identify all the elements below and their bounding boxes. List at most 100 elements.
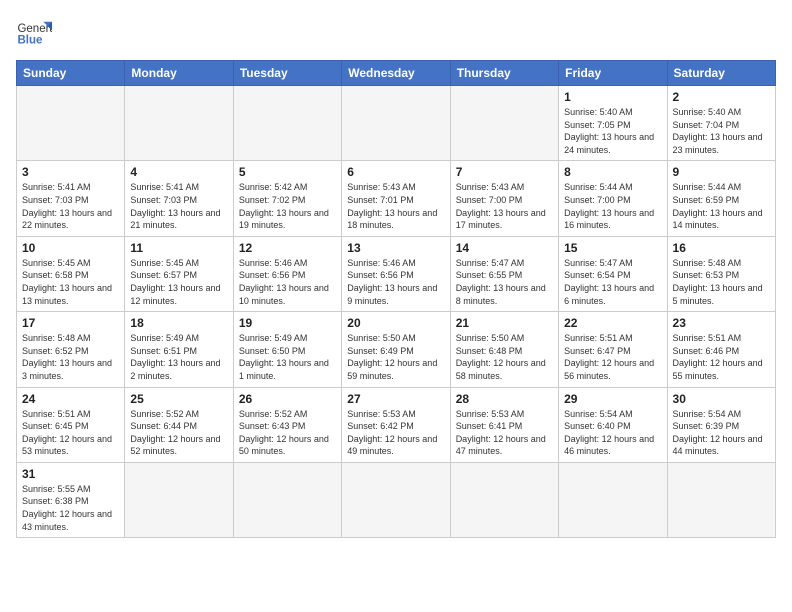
- header: General Blue: [16, 16, 776, 52]
- day-info: Sunrise: 5:45 AM Sunset: 6:58 PM Dayligh…: [22, 257, 119, 307]
- day-info: Sunrise: 5:53 AM Sunset: 6:42 PM Dayligh…: [347, 408, 444, 458]
- day-header-saturday: Saturday: [667, 61, 775, 86]
- day-number: 12: [239, 241, 336, 255]
- day-number: 17: [22, 316, 119, 330]
- calendar-cell: [125, 462, 233, 537]
- day-number: 5: [239, 165, 336, 179]
- day-info: Sunrise: 5:48 AM Sunset: 6:52 PM Dayligh…: [22, 332, 119, 382]
- day-info: Sunrise: 5:52 AM Sunset: 6:44 PM Dayligh…: [130, 408, 227, 458]
- day-number: 21: [456, 316, 553, 330]
- week-row-6: 31 Sunrise: 5:55 AM Sunset: 6:38 PM Dayli…: [17, 462, 776, 537]
- day-number: 30: [673, 392, 770, 406]
- calendar-cell: [233, 462, 341, 537]
- calendar-cell: [667, 462, 775, 537]
- day-info: Sunrise: 5:51 AM Sunset: 6:47 PM Dayligh…: [564, 332, 661, 382]
- day-number: 6: [347, 165, 444, 179]
- day-number: 11: [130, 241, 227, 255]
- day-number: 13: [347, 241, 444, 255]
- calendar-cell: [450, 462, 558, 537]
- day-number: 15: [564, 241, 661, 255]
- calendar-cell: 7Sunrise: 5:43 AM Sunset: 7:00 PM Daylig…: [450, 161, 558, 236]
- week-row-3: 10 Sunrise: 5:45 AM Sunset: 6:58 PM Dayli…: [17, 236, 776, 311]
- calendar-cell: 4 Sunrise: 5:41 AM Sunset: 7:03 PM Daylig…: [125, 161, 233, 236]
- day-info: Sunrise: 5:54 AM Sunset: 6:40 PM Dayligh…: [564, 408, 661, 458]
- day-number: 31: [22, 467, 119, 481]
- calendar-cell: 5 Sunrise: 5:42 AM Sunset: 7:02 PM Daylig…: [233, 161, 341, 236]
- day-info: Sunrise: 5:43 AM Sunset: 7:00 PM Dayligh…: [456, 181, 553, 231]
- calendar-cell: 10 Sunrise: 5:45 AM Sunset: 6:58 PM Dayli…: [17, 236, 125, 311]
- day-info: Sunrise: 5:47 AM Sunset: 6:54 PM Dayligh…: [564, 257, 661, 307]
- day-info: Sunrise: 5:44 AM Sunset: 6:59 PM Dayligh…: [673, 181, 770, 231]
- day-number: 22: [564, 316, 661, 330]
- day-number: 18: [130, 316, 227, 330]
- day-header-monday: Monday: [125, 61, 233, 86]
- day-header-thursday: Thursday: [450, 61, 558, 86]
- week-row-2: 3Sunrise: 5:41 AM Sunset: 7:03 PM Daylig…: [17, 161, 776, 236]
- day-info: Sunrise: 5:42 AM Sunset: 7:02 PM Dayligh…: [239, 181, 336, 231]
- calendar-cell: [559, 462, 667, 537]
- day-info: Sunrise: 5:50 AM Sunset: 6:49 PM Dayligh…: [347, 332, 444, 382]
- calendar-cell: 2Sunrise: 5:40 AM Sunset: 7:04 PM Daylig…: [667, 86, 775, 161]
- day-info: Sunrise: 5:41 AM Sunset: 7:03 PM Dayligh…: [130, 181, 227, 231]
- day-number: 23: [673, 316, 770, 330]
- calendar-cell: [342, 462, 450, 537]
- day-info: Sunrise: 5:55 AM Sunset: 6:38 PM Dayligh…: [22, 483, 119, 533]
- svg-text:Blue: Blue: [17, 34, 43, 46]
- logo-icon: General Blue: [16, 16, 52, 52]
- calendar-header-row: SundayMondayTuesdayWednesdayThursdayFrid…: [17, 61, 776, 86]
- day-info: Sunrise: 5:52 AM Sunset: 6:43 PM Dayligh…: [239, 408, 336, 458]
- day-info: Sunrise: 5:44 AM Sunset: 7:00 PM Dayligh…: [564, 181, 661, 231]
- calendar-cell: 8 Sunrise: 5:44 AM Sunset: 7:00 PM Daylig…: [559, 161, 667, 236]
- week-row-5: 24 Sunrise: 5:51 AM Sunset: 6:45 PM Dayli…: [17, 387, 776, 462]
- day-number: 10: [22, 241, 119, 255]
- calendar-cell: 27 Sunrise: 5:53 AM Sunset: 6:42 PM Dayli…: [342, 387, 450, 462]
- day-number: 14: [456, 241, 553, 255]
- calendar-cell: [125, 86, 233, 161]
- calendar-cell: 22 Sunrise: 5:51 AM Sunset: 6:47 PM Dayli…: [559, 312, 667, 387]
- calendar-cell: 9Sunrise: 5:44 AM Sunset: 6:59 PM Daylig…: [667, 161, 775, 236]
- calendar-cell: 29 Sunrise: 5:54 AM Sunset: 6:40 PM Dayli…: [559, 387, 667, 462]
- calendar-cell: 14Sunrise: 5:47 AM Sunset: 6:55 PM Dayli…: [450, 236, 558, 311]
- day-header-sunday: Sunday: [17, 61, 125, 86]
- day-number: 16: [673, 241, 770, 255]
- day-number: 27: [347, 392, 444, 406]
- day-number: 24: [22, 392, 119, 406]
- day-number: 25: [130, 392, 227, 406]
- calendar-cell: 18 Sunrise: 5:49 AM Sunset: 6:51 PM Dayli…: [125, 312, 233, 387]
- day-info: Sunrise: 5:49 AM Sunset: 6:51 PM Dayligh…: [130, 332, 227, 382]
- calendar-cell: 20Sunrise: 5:50 AM Sunset: 6:49 PM Dayli…: [342, 312, 450, 387]
- calendar-cell: 28Sunrise: 5:53 AM Sunset: 6:41 PM Dayli…: [450, 387, 558, 462]
- day-info: Sunrise: 5:50 AM Sunset: 6:48 PM Dayligh…: [456, 332, 553, 382]
- calendar-cell: 1Sunrise: 5:40 AM Sunset: 7:05 PM Daylig…: [559, 86, 667, 161]
- calendar-cell: [342, 86, 450, 161]
- day-info: Sunrise: 5:46 AM Sunset: 6:56 PM Dayligh…: [239, 257, 336, 307]
- day-number: 29: [564, 392, 661, 406]
- week-row-1: 1Sunrise: 5:40 AM Sunset: 7:05 PM Daylig…: [17, 86, 776, 161]
- calendar-cell: 19 Sunrise: 5:49 AM Sunset: 6:50 PM Dayli…: [233, 312, 341, 387]
- calendar: SundayMondayTuesdayWednesdayThursdayFrid…: [16, 60, 776, 538]
- day-number: 4: [130, 165, 227, 179]
- day-number: 19: [239, 316, 336, 330]
- day-header-wednesday: Wednesday: [342, 61, 450, 86]
- day-info: Sunrise: 5:49 AM Sunset: 6:50 PM Dayligh…: [239, 332, 336, 382]
- calendar-cell: 21 Sunrise: 5:50 AM Sunset: 6:48 PM Dayli…: [450, 312, 558, 387]
- calendar-cell: 13Sunrise: 5:46 AM Sunset: 6:56 PM Dayli…: [342, 236, 450, 311]
- day-number: 8: [564, 165, 661, 179]
- calendar-cell: 3Sunrise: 5:41 AM Sunset: 7:03 PM Daylig…: [17, 161, 125, 236]
- day-info: Sunrise: 5:54 AM Sunset: 6:39 PM Dayligh…: [673, 408, 770, 458]
- day-header-tuesday: Tuesday: [233, 61, 341, 86]
- day-info: Sunrise: 5:51 AM Sunset: 6:45 PM Dayligh…: [22, 408, 119, 458]
- day-number: 26: [239, 392, 336, 406]
- day-info: Sunrise: 5:45 AM Sunset: 6:57 PM Dayligh…: [130, 257, 227, 307]
- day-info: Sunrise: 5:51 AM Sunset: 6:46 PM Dayligh…: [673, 332, 770, 382]
- calendar-cell: 24 Sunrise: 5:51 AM Sunset: 6:45 PM Dayli…: [17, 387, 125, 462]
- calendar-cell: 15 Sunrise: 5:47 AM Sunset: 6:54 PM Dayli…: [559, 236, 667, 311]
- calendar-cell: 26 Sunrise: 5:52 AM Sunset: 6:43 PM Dayli…: [233, 387, 341, 462]
- day-number: 1: [564, 90, 661, 104]
- day-info: Sunrise: 5:40 AM Sunset: 7:04 PM Dayligh…: [673, 106, 770, 156]
- day-info: Sunrise: 5:48 AM Sunset: 6:53 PM Dayligh…: [673, 257, 770, 307]
- day-info: Sunrise: 5:43 AM Sunset: 7:01 PM Dayligh…: [347, 181, 444, 231]
- week-row-4: 17 Sunrise: 5:48 AM Sunset: 6:52 PM Dayli…: [17, 312, 776, 387]
- calendar-cell: 23 Sunrise: 5:51 AM Sunset: 6:46 PM Dayli…: [667, 312, 775, 387]
- day-info: Sunrise: 5:41 AM Sunset: 7:03 PM Dayligh…: [22, 181, 119, 231]
